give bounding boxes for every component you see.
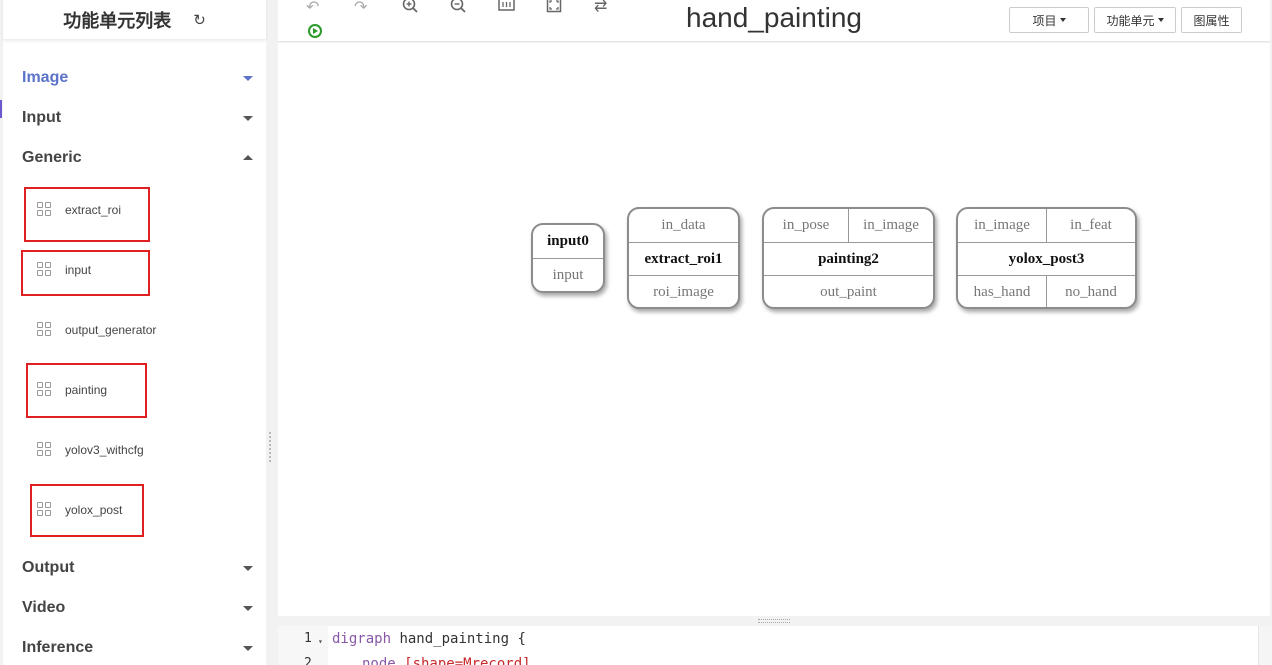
zoom-in-icon[interactable] [402, 0, 420, 14]
input-port[interactable]: in_feat [1046, 209, 1135, 242]
module-icon [37, 382, 53, 398]
project-menu-label: 项目 [1032, 13, 1057, 28]
caret-down-icon [1059, 18, 1066, 22]
toolbar: ↶ ↷ ⇄ hand_painting 项目 功能单元 图属性 [278, 0, 1270, 42]
window-edge [0, 100, 2, 118]
sidebar-item-yolox-post[interactable]: yolox_post [37, 495, 122, 525]
graph-node-yolox-post3[interactable]: in_image in_feat yolox_post3 has_hand no_h… [956, 207, 1137, 309]
input-port[interactable]: in_data [629, 209, 738, 242]
unit-menu-button[interactable]: 功能单元 [1094, 7, 1176, 33]
category-generic[interactable]: Generic [3, 138, 266, 178]
code-line[interactable]: digraph hand_painting { [332, 631, 526, 647]
sidebar-item-extract-roi[interactable]: extract_roi [37, 195, 121, 225]
sidebar-title: 功能单元列表 [63, 10, 172, 32]
sidebar-item-yolov3-withcfg[interactable]: yolov3_withcfg [37, 435, 144, 465]
output-port[interactable]: roi_image [629, 276, 738, 307]
run-icon[interactable] [308, 24, 322, 38]
project-menu-button[interactable]: 项目 [1009, 7, 1089, 33]
graph-node-extract-roi1[interactable]: in_data extract_roi1 roi_image [627, 207, 740, 309]
fullscreen-icon[interactable] [546, 0, 564, 14]
app-window: 功能单元列表 ↻ Image Input Generic extract_roi… [0, 0, 1272, 665]
category-label: Video [22, 599, 66, 616]
refresh-icon[interactable]: ↻ [193, 11, 206, 29]
unit-menu-label: 功能单元 [1106, 13, 1155, 28]
output-port[interactable]: input [533, 259, 603, 291]
code-editor[interactable]: 1 ▾ digraph hand_painting { 2 node [shap… [278, 626, 1270, 665]
graph-properties-label: 图属性 [1193, 13, 1230, 28]
sidebar-item-output-generator[interactable]: output_generator [37, 315, 156, 345]
line-number: 1 [304, 631, 312, 646]
sidebar-item-painting[interactable]: painting [37, 375, 107, 405]
category-image[interactable]: Image [3, 58, 266, 98]
horizontal-resize-handle[interactable] [278, 616, 1270, 626]
code-keyword: digraph [332, 631, 392, 647]
output-port[interactable]: no_hand [1046, 276, 1135, 307]
code-line[interactable]: node [shape=Mrecord] [362, 656, 531, 665]
code-keyword: node [362, 656, 396, 665]
sidebar-item-label: yolov3_withcfg [65, 443, 144, 457]
fit-width-icon[interactable] [498, 0, 516, 14]
category-label: Generic [22, 149, 82, 166]
sidebar-header: 功能单元列表 ↻ [3, 0, 266, 40]
graph-canvas[interactable]: input0 input in_data extract_roi1 roi_im… [278, 43, 1270, 616]
code-text: [shape=Mrecord] [395, 656, 531, 665]
category-output[interactable]: Output [3, 548, 266, 588]
sidebar-item-label: yolox_post [65, 503, 123, 517]
chevron-down-icon [243, 76, 253, 81]
category-input[interactable]: Input [3, 98, 266, 138]
module-icon [37, 262, 53, 278]
output-port[interactable]: has_hand [958, 276, 1046, 307]
input-port[interactable]: in_pose [764, 209, 848, 242]
graph-node-input0[interactable]: input0 input [531, 223, 605, 293]
input-port[interactable]: in_image [848, 209, 933, 242]
graph-properties-button[interactable]: 图属性 [1181, 7, 1242, 33]
chevron-down-icon [243, 566, 253, 571]
module-icon [37, 322, 53, 338]
line-number: 2 [304, 656, 312, 665]
redo-icon[interactable]: ↷ [354, 0, 367, 17]
chevron-down-icon [243, 606, 253, 611]
module-icon [37, 502, 53, 518]
module-icon [37, 442, 53, 458]
category-label: Input [22, 109, 62, 126]
chevron-up-icon [243, 155, 253, 160]
module-icon [37, 202, 53, 218]
category-label: Inference [22, 639, 94, 656]
vertical-resize-handle[interactable] [268, 432, 272, 466]
chevron-down-icon [243, 116, 253, 121]
node-name: extract_roi1 [644, 250, 723, 267]
zoom-out-icon[interactable] [450, 0, 468, 14]
input-port[interactable]: in_image [958, 209, 1046, 242]
sidebar-item-label: output_generator [65, 323, 157, 337]
code-text: hand_painting { [391, 631, 526, 647]
node-name: input0 [547, 233, 589, 249]
sidebar-item-label: extract_roi [65, 203, 122, 217]
editor-scrollbar[interactable] [1258, 626, 1272, 665]
sidebar-item-input[interactable]: input [37, 255, 91, 285]
sidebar: 功能单元列表 ↻ Image Input Generic extract_roi… [3, 0, 266, 665]
category-label: Output [22, 559, 75, 576]
category-video[interactable]: Video [3, 588, 266, 628]
graph-node-painting2[interactable]: in_pose in_image painting2 out_paint [762, 207, 935, 309]
node-name: yolox_post3 [1008, 250, 1085, 267]
node-name: painting2 [818, 250, 879, 267]
caret-down-icon [1157, 18, 1164, 22]
swap-icon[interactable]: ⇄ [594, 0, 607, 16]
chevron-down-icon [243, 646, 253, 651]
sidebar-item-label: input [65, 263, 92, 277]
sidebar-item-label: painting [65, 383, 108, 397]
category-label: Image [22, 69, 69, 86]
category-inference[interactable]: Inference [3, 628, 266, 665]
output-port[interactable]: out_paint [764, 276, 933, 307]
graph-title: hand_painting [686, 2, 862, 33]
fold-arrow-icon[interactable]: ▾ [318, 637, 323, 646]
undo-icon[interactable]: ↶ [306, 0, 319, 17]
